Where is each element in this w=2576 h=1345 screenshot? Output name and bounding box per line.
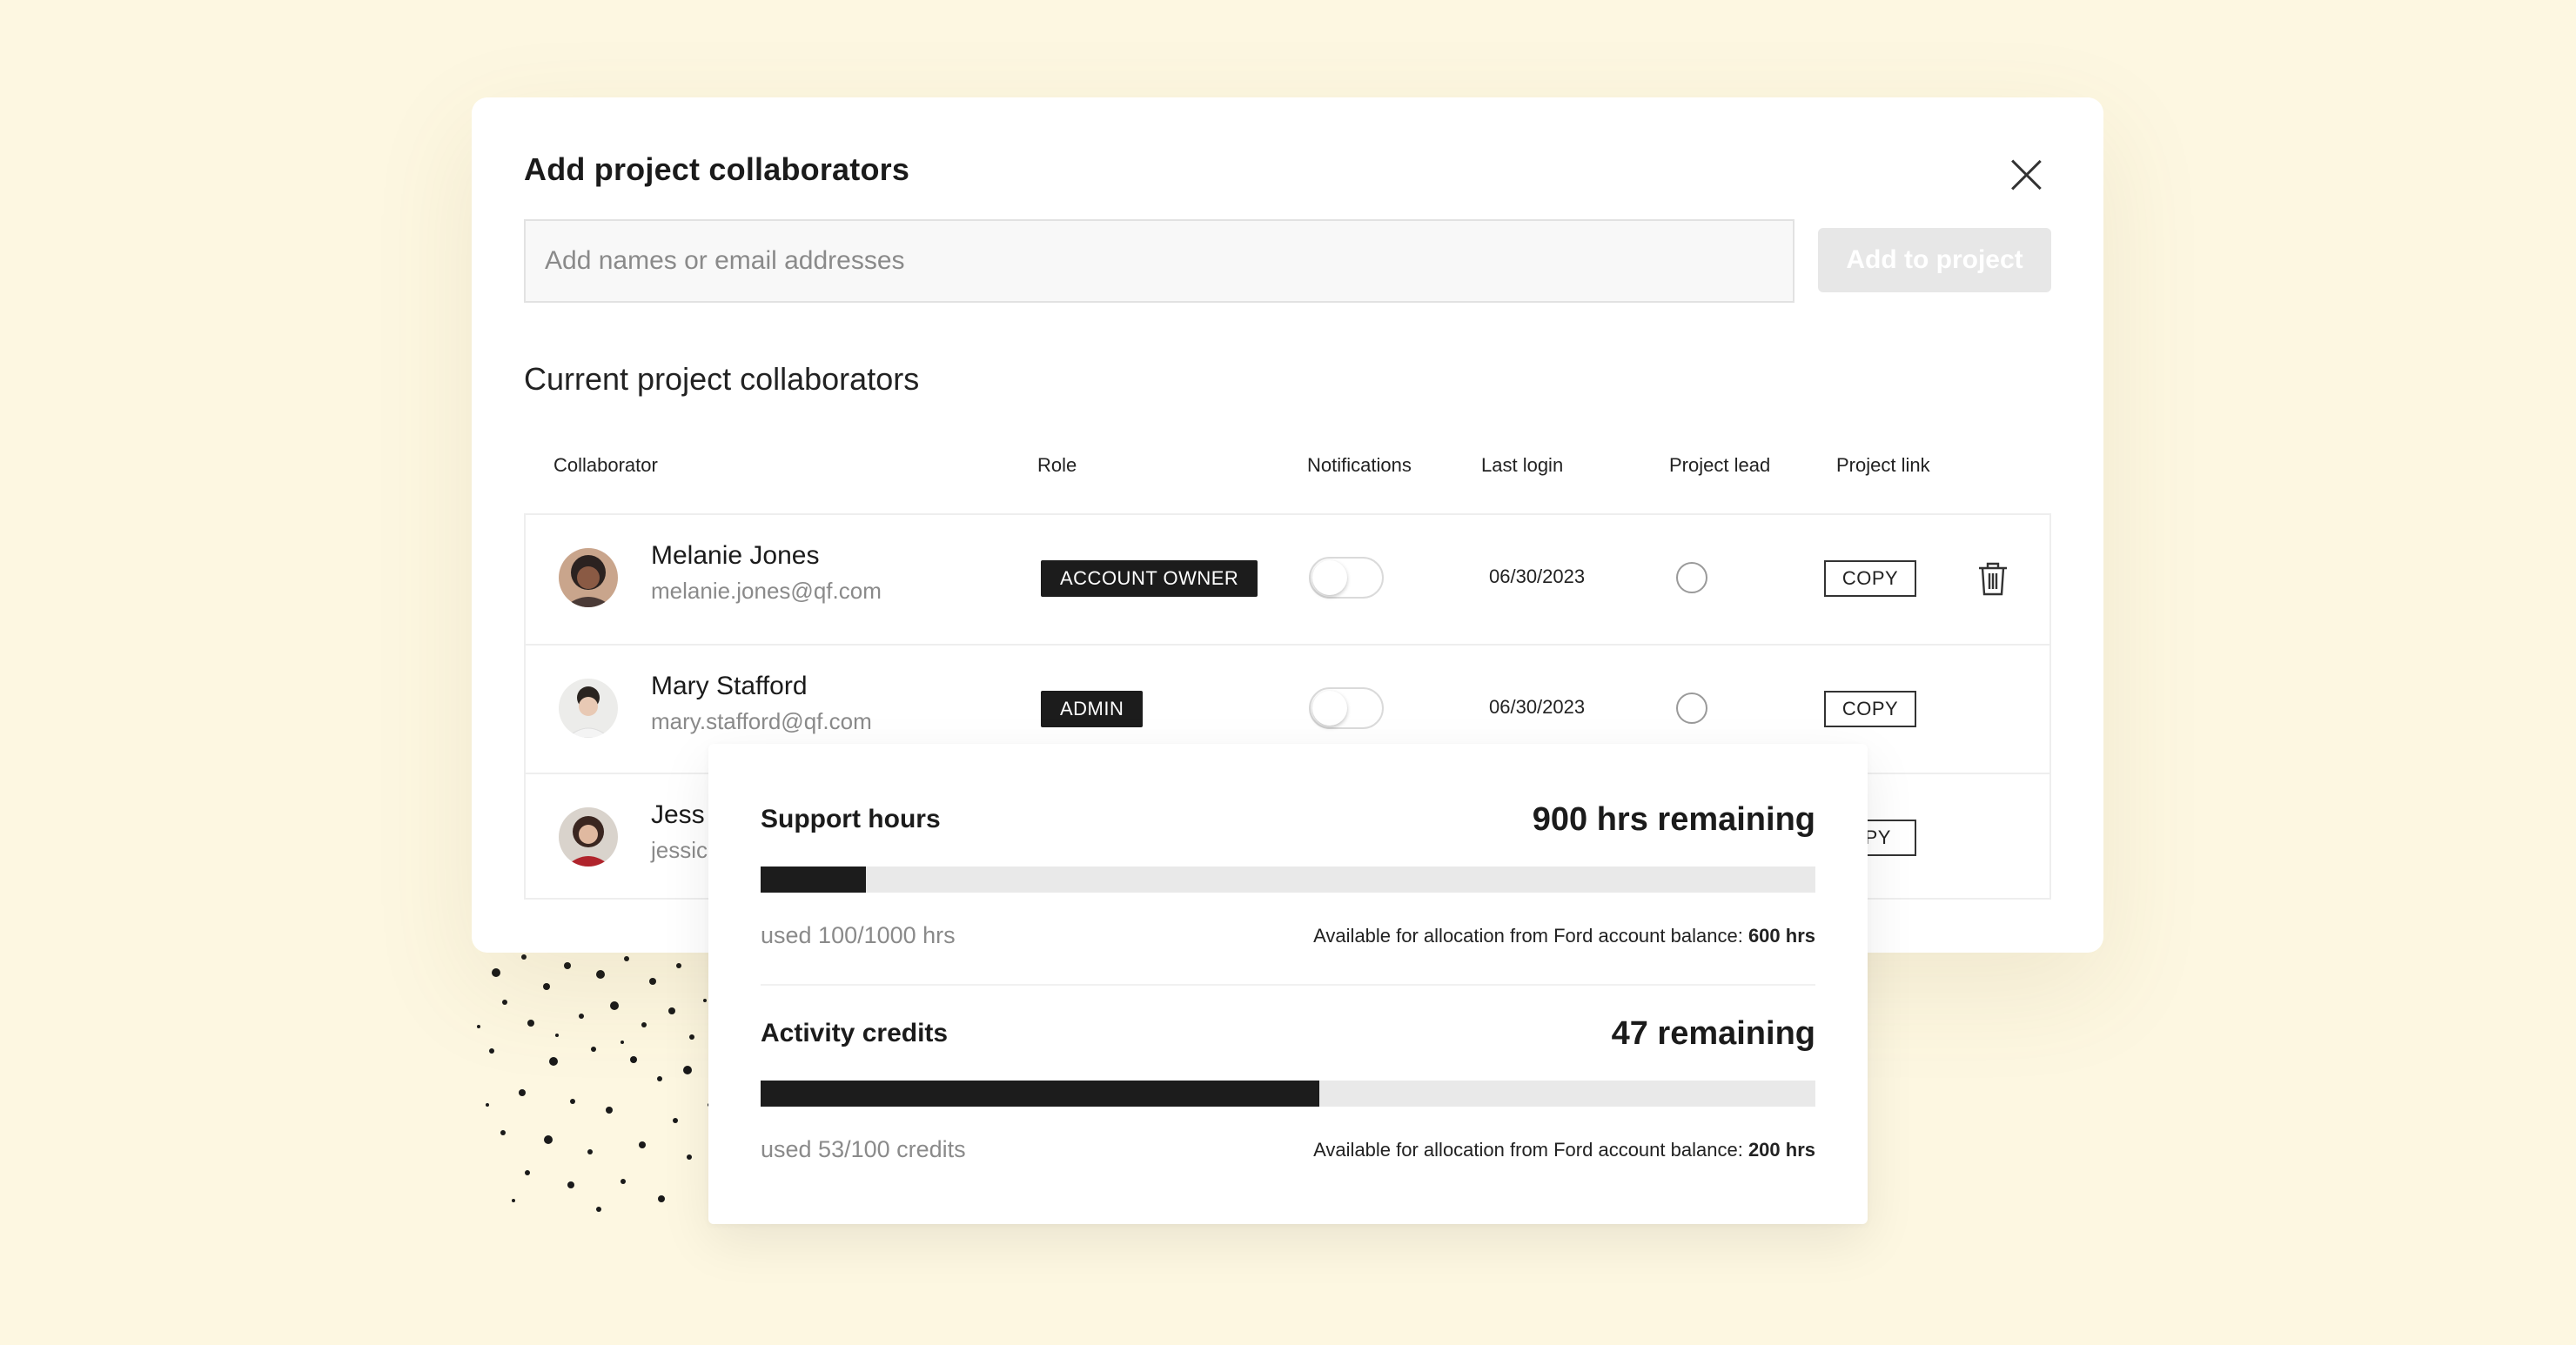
column-header-collaborator: Collaborator [553,454,658,476]
activity-credits-progress-bar [761,1081,1815,1107]
activity-credits-used: used 53/100 credits [761,1136,966,1162]
close-icon[interactable] [2008,157,2044,193]
avatar [559,679,618,738]
copy-link-button[interactable]: COPY [1824,691,1916,727]
column-header-project-link: Project link [1836,454,1930,476]
support-hours-title: Support hours [761,805,941,833]
project-lead-radio[interactable] [1676,562,1707,593]
support-hours-progress-fill [761,867,867,893]
activity-credits-title: Activity credits [761,1019,949,1047]
activity-credits-progress-fill [761,1081,1320,1107]
available-value: 600 hrs [1748,925,1815,947]
last-login-date: 06/30/2023 [1489,696,1586,718]
column-header-last-login: Last login [1481,454,1564,476]
available-label: Available for allocation from Ford accou… [1313,1139,1743,1161]
notifications-toggle[interactable] [1309,687,1384,729]
project-lead-radio[interactable] [1676,693,1707,724]
last-login-date: 06/30/2023 [1489,565,1586,587]
role-badge: ACCOUNT OWNER [1041,560,1258,597]
collaborator-email: mary.stafford@qf.com [651,708,872,734]
trash-icon[interactable] [1976,560,2010,597]
activity-credits-remaining: 47 remaining [1611,1015,1815,1052]
available-label: Available for allocation from Ford accou… [1313,925,1743,947]
available-value: 200 hrs [1748,1139,1815,1161]
table-row: Melanie Jones melanie.jones@qf.com ACCOU… [526,515,2049,644]
add-to-project-button[interactable]: Add to project [1818,228,2051,292]
role-badge: ADMIN [1041,691,1144,727]
collaborator-name: Mary Stafford [651,672,808,700]
speckle-decoration [477,954,711,1212]
avatar [559,807,618,867]
collaborator-email: jessic [651,837,708,863]
support-hours-progress-bar [761,867,1815,893]
column-header-notifications: Notifications [1307,454,1412,476]
notifications-toggle[interactable] [1309,557,1384,599]
support-hours-available: Available for allocation from Ford accou… [1313,925,1815,947]
divider [761,984,1815,986]
column-header-project-lead: Project lead [1669,454,1771,476]
collaborator-search-input[interactable] [524,219,1794,303]
column-header-role: Role [1037,454,1077,476]
collaborator-name: Jess [651,800,705,829]
section-title: Current project collaborators [524,361,920,397]
support-hours-remaining: 900 hrs remaining [1532,801,1815,838]
collaborator-name: Melanie Jones [651,541,820,570]
usage-card: Support hours 900 hrs remaining used 100… [708,744,1868,1224]
copy-link-button[interactable]: COPY [1824,560,1916,597]
activity-credits-available: Available for allocation from Ford accou… [1313,1139,1815,1161]
collaborator-email: melanie.jones@qf.com [651,578,882,604]
modal-title: Add project collaborators [524,151,910,187]
avatar [559,548,618,607]
support-hours-used: used 100/1000 hrs [761,922,956,948]
page-background: Add project collaborators Add to project… [0,0,2576,1345]
